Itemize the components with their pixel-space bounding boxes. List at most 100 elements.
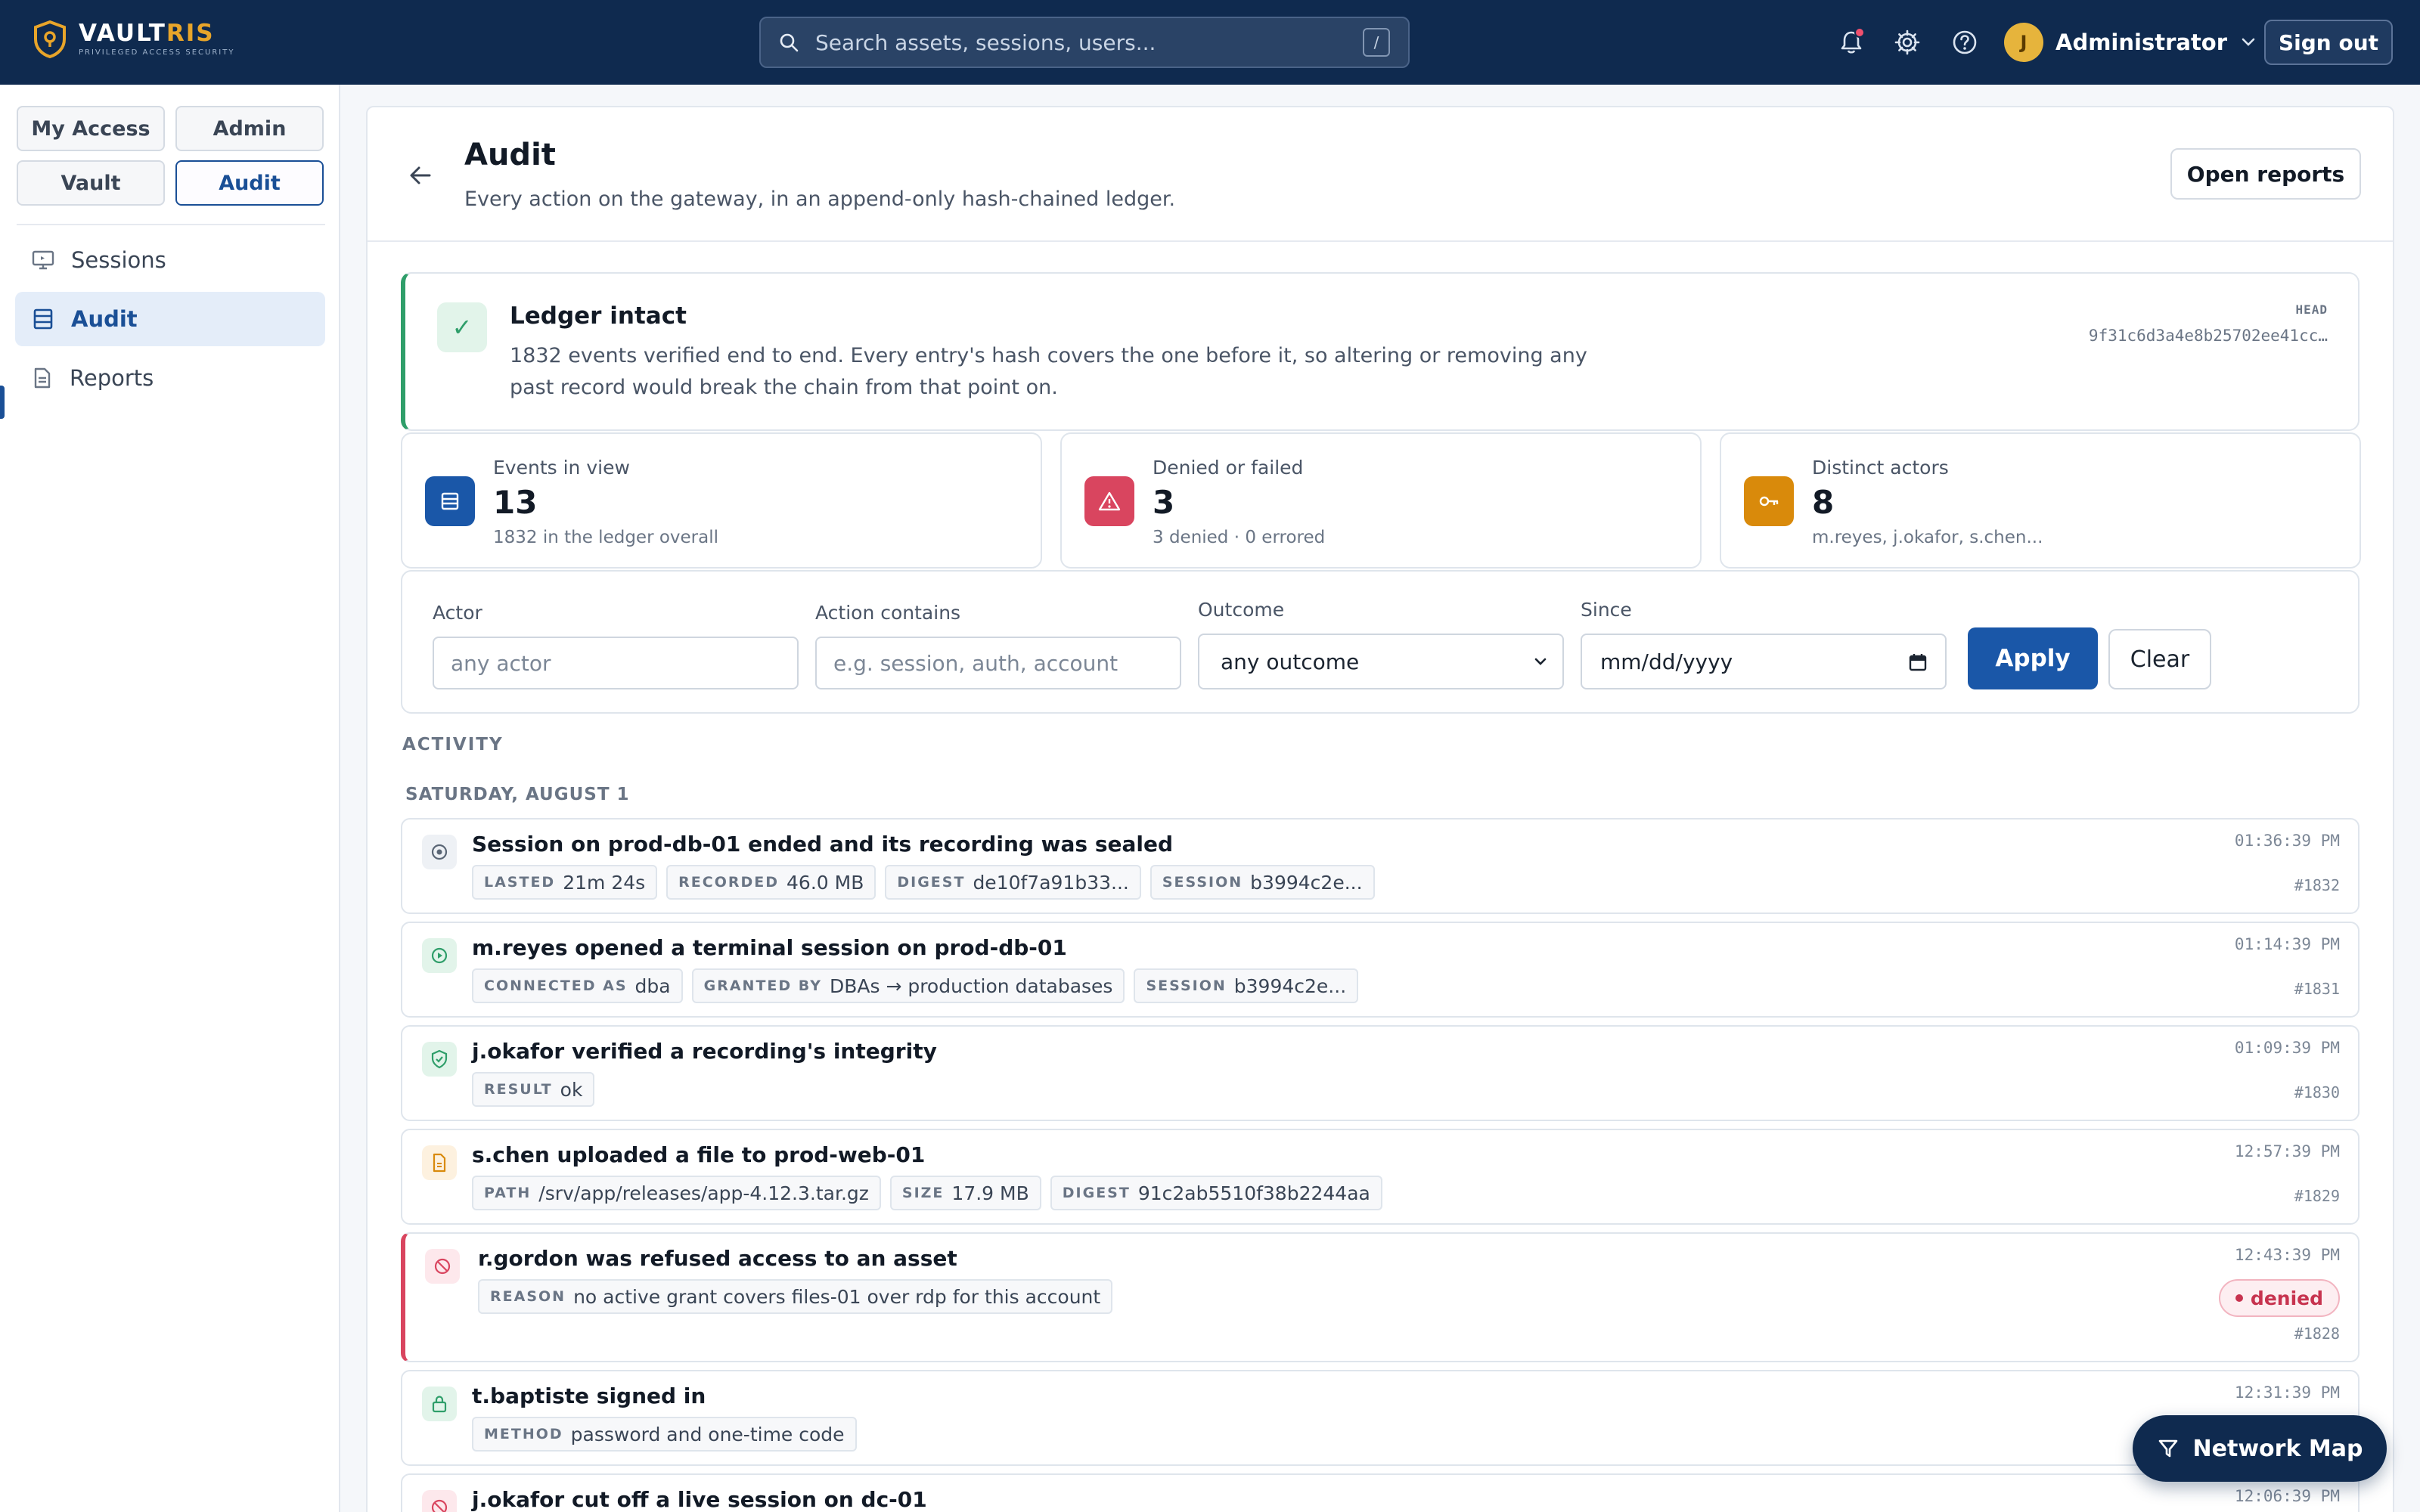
event-time: 01:09:39 PM (2234, 1039, 2340, 1057)
segment-admin[interactable]: Admin (175, 106, 324, 151)
search-shortcut-hint: / (1363, 28, 1390, 57)
clear-button[interactable]: Clear (2108, 629, 2211, 689)
stat-label: Denied or failed (1153, 457, 1304, 479)
event-title: s.chen uploaded a file to prod-web-01 (472, 1142, 926, 1167)
active-indicator (0, 386, 5, 419)
notification-dot (1854, 27, 1865, 38)
event-title: r.gordon was refused access to an asset (478, 1246, 957, 1271)
event-row[interactable]: s.chen uploaded a file to prod-web-01 PA… (401, 1129, 2360, 1225)
sidebar: My Access Admin Vault Audit Sessions Aud… (0, 85, 340, 1512)
brand-name: VAULTRIS (79, 20, 215, 47)
event-row[interactable]: j.okafor cut off a live session on dc-01… (401, 1473, 2360, 1512)
sign-out-button[interactable]: Sign out (2264, 20, 2393, 65)
filter-bar: Actor Action contains Outcome any outcom… (401, 570, 2360, 714)
sidebar-item-label: Sessions (71, 247, 166, 273)
stat-label: Distinct actors (1812, 457, 1949, 479)
sidebar-divider (17, 224, 325, 225)
apply-button[interactable]: Apply (1968, 627, 2098, 689)
detail-chip: SESSION b3994c2e... (1150, 865, 1375, 900)
event-title: Session on prod-db-01 ended and its reco… (472, 832, 1174, 857)
detail-chip: DIGEST de10f7a91b33... (885, 865, 1141, 900)
ledger-status-card: ✓ Ledger intact 1832 events verified end… (401, 272, 2360, 431)
event-title: j.okafor verified a recording's integrit… (472, 1039, 937, 1064)
ledger-icon (33, 308, 53, 330)
brand-logo[interactable]: VAULTRIS PRIVILEGED ACCESS SECURITY (32, 20, 234, 59)
event-row[interactable]: m.reyes opened a terminal session on pro… (401, 922, 2360, 1018)
actor-input[interactable] (433, 637, 799, 689)
event-time: 12:31:39 PM (2234, 1383, 2340, 1402)
sidebar-item-reports[interactable]: Reports (15, 351, 325, 405)
event-sequence: #1832 (2294, 876, 2340, 894)
back-arrow-icon[interactable] (407, 162, 434, 189)
sidebar-item-label: Audit (71, 306, 138, 332)
help-button[interactable] (1948, 26, 1981, 59)
event-time: 01:36:39 PM (2234, 832, 2340, 850)
sidebar-item-audit[interactable]: Audit (15, 292, 325, 346)
warning-icon (1084, 476, 1134, 526)
outcome-select[interactable]: any outcome (1198, 634, 1564, 689)
global-search[interactable]: / (759, 17, 1410, 68)
calendar-icon[interactable] (1909, 653, 1927, 671)
detail-chip: CONNECTED AS dba (472, 968, 683, 1003)
page-subtitle: Every action on the gateway, in an appen… (464, 187, 1176, 211)
event-row[interactable]: j.okafor verified a recording's integrit… (401, 1025, 2360, 1121)
search-input[interactable] (815, 29, 1363, 55)
detail-chip: GRANTED BY DBAs → production databases (691, 968, 1125, 1003)
stat-sub: 3 denied · 0 errored (1153, 528, 1326, 547)
lock-icon (422, 1387, 457, 1421)
shield-check-icon (422, 1042, 457, 1077)
sidebar-item-sessions[interactable]: Sessions (15, 233, 325, 287)
detail-chip: DIGEST 91c2ab5510f38b2244aa (1050, 1176, 1382, 1210)
event-title: j.okafor cut off a live session on dc-01 (472, 1487, 927, 1512)
stat-sub: m.reyes, j.okafor, s.chen... (1812, 528, 2043, 547)
open-reports-button[interactable]: Open reports (2170, 148, 2361, 200)
stat-value: 8 (1812, 484, 1835, 521)
event-row[interactable]: Session on prod-db-01 ended and its reco… (401, 818, 2360, 914)
event-time: 12:57:39 PM (2234, 1142, 2340, 1160)
event-row[interactable]: t.baptiste signed in METHOD password and … (401, 1370, 2360, 1466)
monitor-icon (32, 250, 54, 270)
segment-audit[interactable]: Audit (175, 160, 324, 206)
status-badge: denied (2218, 1279, 2340, 1317)
help-icon (1953, 30, 1977, 54)
outcome-value: any outcome (1221, 649, 1360, 674)
event-title: t.baptiste signed in (472, 1383, 706, 1408)
detail-chip: SIZE 17.9 MB (889, 1176, 1041, 1210)
sidebar-item-label: Reports (70, 365, 154, 391)
record-icon (422, 835, 457, 869)
event-details: RESULT ok (472, 1072, 603, 1107)
stat-denied-or-failed: Denied or failed 3 3 denied · 0 errored (1060, 432, 1702, 569)
event-row-denied[interactable]: r.gordon was refused access to an asset … (401, 1232, 2360, 1362)
network-map-button[interactable]: Network Map (2133, 1415, 2387, 1482)
segment-vault[interactable]: Vault (17, 160, 165, 206)
segment-my-access[interactable]: My Access (17, 106, 165, 151)
settings-button[interactable] (1891, 26, 1924, 59)
ledger-icon (425, 476, 475, 526)
event-sequence: #1830 (2294, 1083, 2340, 1101)
stat-sub: 1832 in the ledger overall (493, 528, 719, 547)
event-title: m.reyes opened a terminal session on pro… (472, 935, 1067, 960)
since-date-input[interactable]: mm/dd/yyyy (1581, 634, 1947, 689)
action-label: Action contains (815, 602, 961, 624)
since-value: mm/dd/yyyy (1600, 649, 1733, 674)
top-bar: VAULTRIS PRIVILEGED ACCESS SECURITY / J … (0, 0, 2420, 85)
user-menu[interactable]: J Administrator (2004, 23, 2256, 62)
outcome-label: Outcome (1198, 599, 1285, 621)
event-details: REASON no active grant covers files-01 ov… (478, 1279, 1122, 1314)
stat-events-in-view: Events in view 13 1832 in the ledger ove… (401, 432, 1042, 569)
event-sequence: #1828 (2294, 1325, 2340, 1343)
activity-list: Session on prod-db-01 ended and its reco… (401, 818, 2360, 1512)
action-input[interactable] (815, 637, 1181, 689)
stat-distinct-actors: Distinct actors 8 m.reyes, j.okafor, s.c… (1720, 432, 2361, 569)
notifications-button[interactable] (1835, 26, 1868, 59)
brand-tagline: PRIVILEGED ACCESS SECURITY (79, 48, 235, 57)
play-icon (422, 938, 457, 973)
page-header: Audit Every action on the gateway, in an… (368, 107, 2393, 242)
check-icon: ✓ (437, 302, 487, 352)
user-name: Administrator (2055, 29, 2228, 55)
event-time: 12:06:39 PM (2234, 1487, 2340, 1505)
filter-icon (2158, 1439, 2177, 1458)
detail-chip: RESULT ok (472, 1072, 595, 1107)
day-heading: SATURDAY, AUGUST 1 (405, 785, 630, 804)
detail-chip: REASON no active grant covers files-01 ov… (478, 1279, 1113, 1314)
